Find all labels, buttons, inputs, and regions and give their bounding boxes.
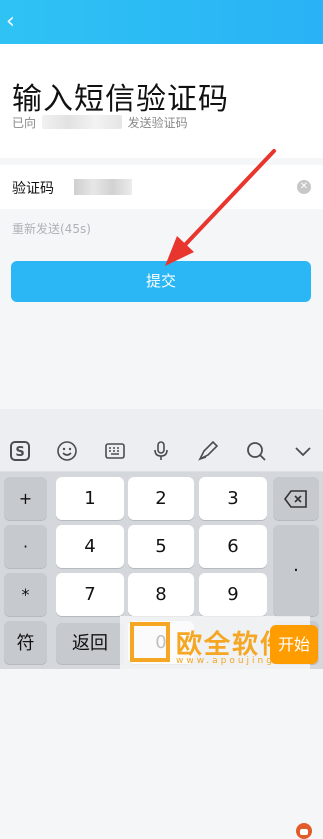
- code-field[interactable]: 验证码 ✕: [0, 165, 323, 209]
- key-6[interactable]: 6: [199, 525, 267, 568]
- microphone-icon[interactable]: [149, 439, 173, 463]
- key-7[interactable]: 7: [56, 573, 124, 616]
- search-icon[interactable]: [244, 439, 268, 463]
- key-dot[interactable]: ·: [4, 525, 47, 568]
- keyboard-icon[interactable]: [103, 439, 127, 463]
- emoji-icon[interactable]: [55, 439, 79, 463]
- svg-text:S: S: [15, 445, 24, 460]
- key-9[interactable]: 9: [199, 573, 267, 616]
- watermark-logo-icon: [130, 622, 170, 662]
- key-5[interactable]: 5: [128, 525, 194, 568]
- start-key[interactable]: 开始: [270, 625, 318, 664]
- key-8[interactable]: 8: [128, 573, 194, 616]
- chevron-down-icon[interactable]: [291, 439, 315, 463]
- page-title: 输入短信验证码: [12, 82, 229, 117]
- pen-icon[interactable]: [196, 439, 220, 463]
- top-bar: ‹: [0, 0, 323, 44]
- key-star[interactable]: *: [4, 573, 47, 616]
- symbol-key[interactable]: 符: [4, 623, 47, 664]
- resend-text: 重新发送(45s): [12, 222, 91, 236]
- chevron-left-icon: ‹: [6, 9, 15, 34]
- submit-button[interactable]: 提交: [11, 261, 311, 302]
- keyboard-handle: [0, 409, 323, 839]
- code-input-value[interactable]: [74, 179, 132, 195]
- subtitle: 已向 发送验证码: [12, 114, 188, 131]
- back-key[interactable]: 返回: [56, 623, 124, 664]
- key-dot-right[interactable]: ·: [273, 525, 319, 616]
- keyboard-toolbar: S: [0, 431, 323, 472]
- backspace-key[interactable]: [273, 477, 319, 520]
- key-2[interactable]: 2: [128, 477, 194, 520]
- title-area: 输入短信验证码 已向 发送验证码: [0, 44, 323, 158]
- key-1[interactable]: 1: [56, 477, 124, 520]
- key-4[interactable]: 4: [56, 525, 124, 568]
- back-button[interactable]: ‹: [6, 10, 26, 34]
- key-plus[interactable]: +: [4, 477, 47, 520]
- key-3[interactable]: 3: [199, 477, 267, 520]
- backspace-icon: [284, 490, 307, 508]
- masked-phone-number: [41, 115, 122, 129]
- sogou-logo-icon[interactable]: S: [8, 439, 32, 463]
- fox-icon[interactable]: [296, 823, 312, 839]
- clear-icon[interactable]: ✕: [297, 180, 311, 194]
- subtitle-prefix: 已向: [12, 116, 37, 130]
- subtitle-suffix: 发送验证码: [127, 116, 188, 130]
- code-label: 验证码: [12, 181, 54, 197]
